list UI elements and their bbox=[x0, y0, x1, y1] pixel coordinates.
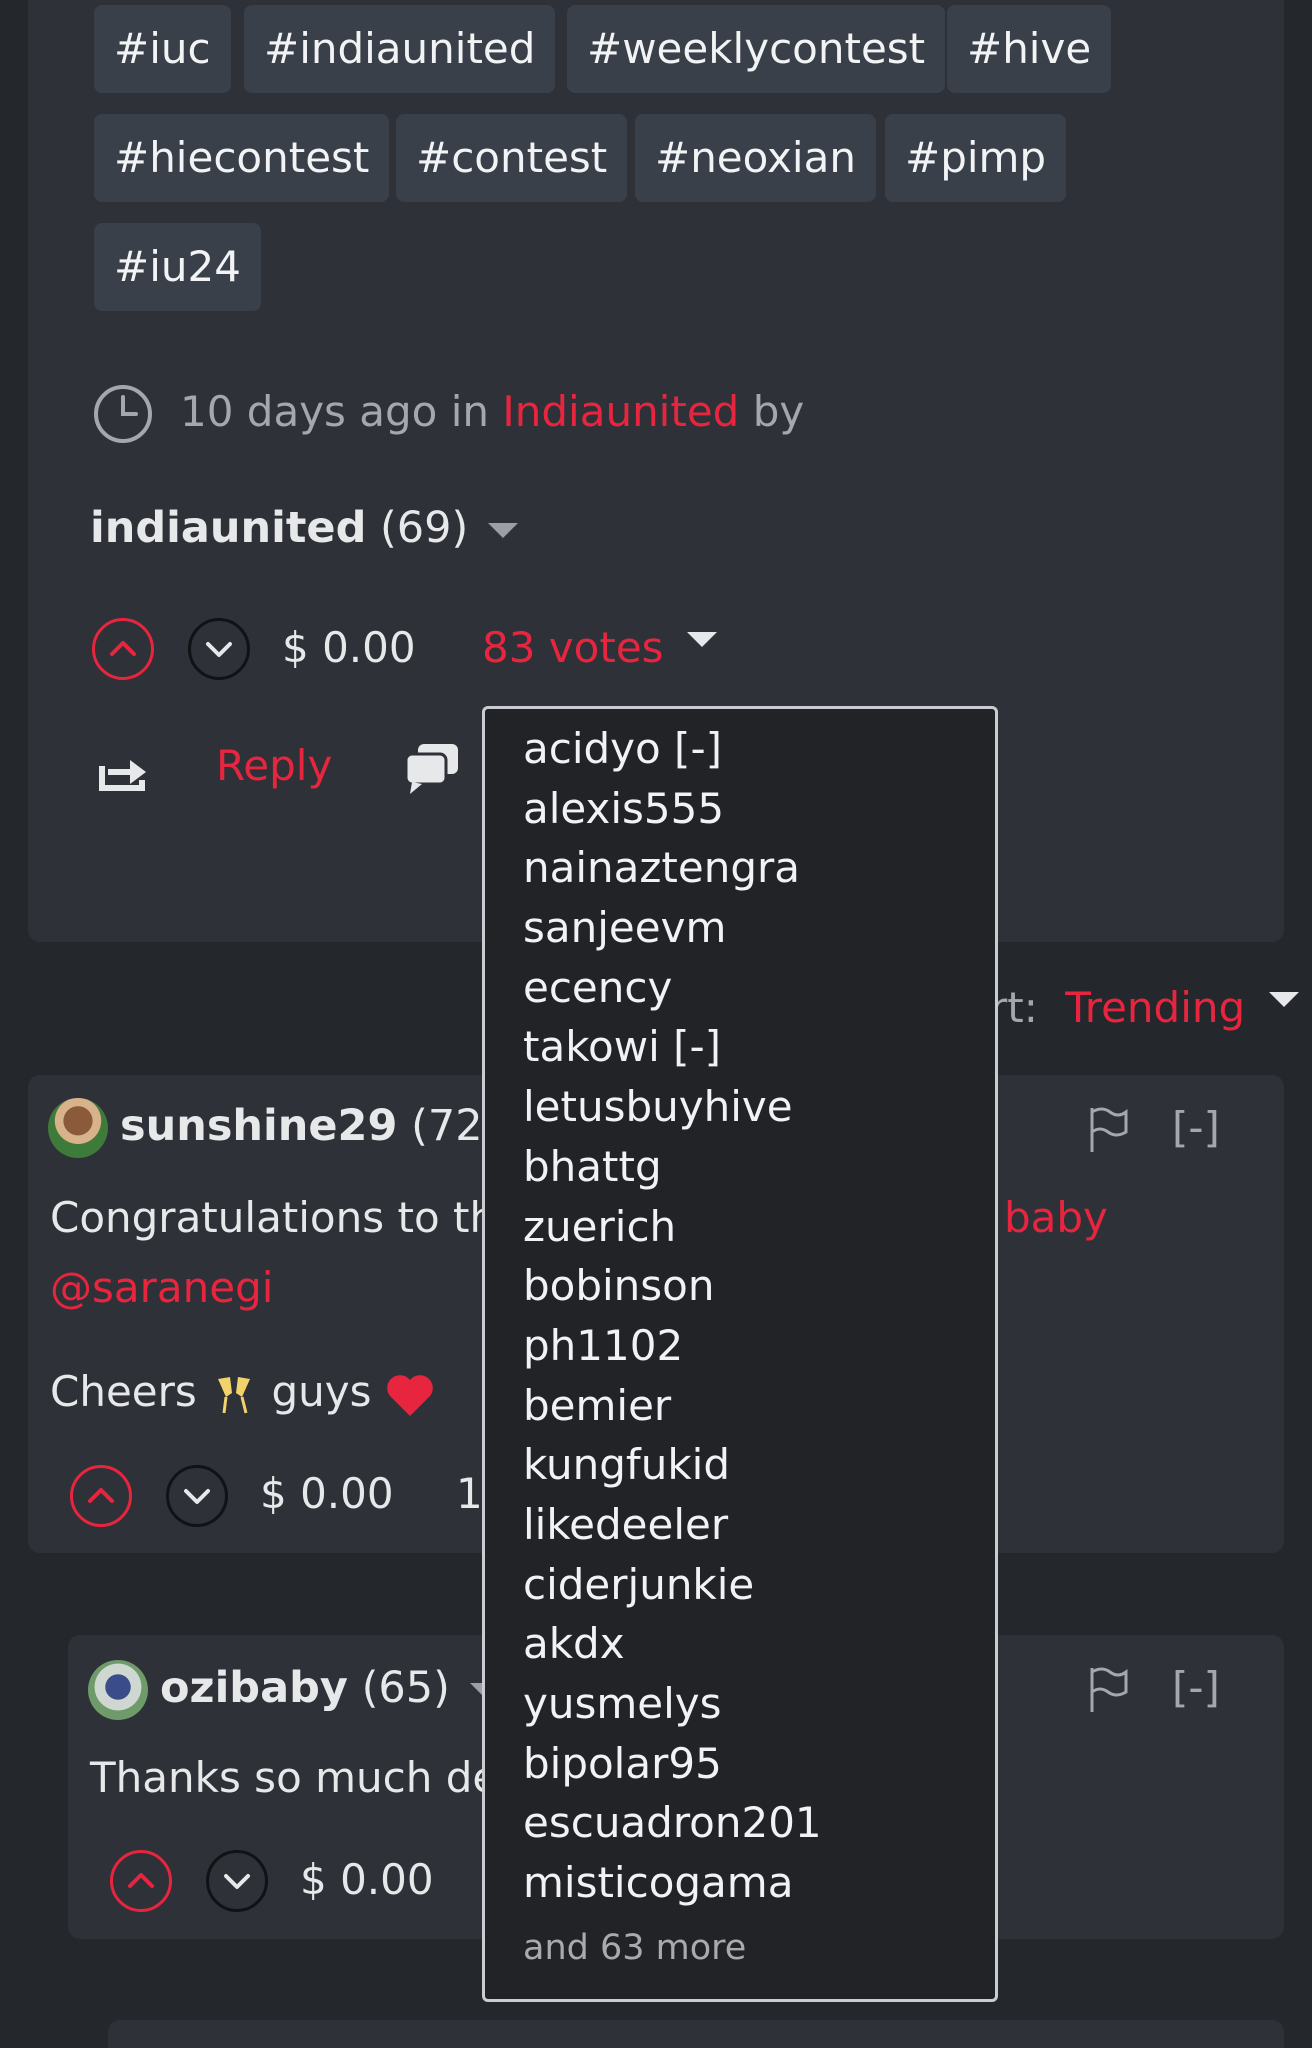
voter-item[interactable]: akdx bbox=[523, 1614, 995, 1674]
by-label: by bbox=[752, 387, 805, 436]
tag-chip[interactable]: #iu24 bbox=[94, 223, 261, 311]
upvote-button[interactable] bbox=[70, 1465, 132, 1527]
tag-chip[interactable]: #iuc bbox=[94, 5, 231, 93]
chevron-down-icon[interactable] bbox=[686, 632, 717, 647]
upvote-button[interactable] bbox=[110, 1850, 172, 1912]
next-comment-card bbox=[108, 2020, 1284, 2048]
voter-item[interactable]: likedeeler bbox=[523, 1495, 995, 1555]
mention-link[interactable]: baby bbox=[1004, 1190, 1108, 1246]
clock-icon bbox=[92, 383, 154, 445]
cheers-text: Cheers bbox=[50, 1367, 197, 1416]
voter-item[interactable]: bemier bbox=[523, 1376, 995, 1436]
reply-author-rep: (65) bbox=[361, 1663, 450, 1713]
post-meta: 10 days ago in Indiaunited by bbox=[180, 384, 804, 440]
sort-control[interactable]: rt: Trending bbox=[990, 980, 1299, 1036]
reply-payout[interactable]: $ 0.00 bbox=[300, 1852, 434, 1908]
upvote-button[interactable] bbox=[92, 618, 154, 680]
tag-chip[interactable]: #indiaunited bbox=[244, 5, 556, 93]
voter-item[interactable]: alexis555 bbox=[523, 779, 995, 839]
reply-author[interactable]: ozibaby (65) bbox=[160, 1660, 500, 1716]
comment-payout[interactable]: $ 0.00 bbox=[260, 1466, 394, 1522]
voter-item[interactable]: zuerich bbox=[523, 1197, 995, 1257]
comment-votes[interactable]: 1 bbox=[456, 1466, 483, 1522]
flag-icon[interactable] bbox=[1088, 1666, 1130, 1714]
tag-chip[interactable]: #neoxian bbox=[635, 114, 876, 202]
author-rep: (69) bbox=[380, 503, 469, 553]
tag-chip[interactable]: #pimp bbox=[885, 114, 1067, 202]
tag-chip[interactable]: #contest bbox=[396, 114, 628, 202]
reply-link[interactable]: Reply bbox=[216, 738, 332, 794]
more-voters-label: and 63 more bbox=[523, 1927, 747, 1968]
tag-chip[interactable]: #hiecontest bbox=[94, 114, 390, 202]
flag-icon[interactable] bbox=[1088, 1106, 1130, 1154]
collapse-toggle[interactable]: [-] bbox=[1172, 1660, 1220, 1716]
comment-body-line1: Congratulations to the bbox=[50, 1193, 522, 1242]
voter-item[interactable]: ecency bbox=[523, 958, 995, 1018]
tag-chip[interactable]: #hive bbox=[947, 5, 1112, 93]
voter-item[interactable]: misticogama bbox=[523, 1853, 995, 1913]
avatar[interactable] bbox=[48, 1098, 108, 1158]
voter-item[interactable]: ciderjunkie bbox=[523, 1555, 995, 1615]
sort-value[interactable]: Trending bbox=[1065, 983, 1245, 1032]
post-author[interactable]: indiaunited (69) bbox=[90, 500, 518, 556]
heart-icon bbox=[385, 1372, 435, 1418]
voter-item[interactable]: letusbuyhive bbox=[523, 1077, 995, 1137]
voter-item[interactable]: kungfukid bbox=[523, 1435, 995, 1495]
community-link[interactable]: Indiaunited bbox=[502, 387, 739, 436]
voter-item[interactable]: sanjeevm bbox=[523, 898, 995, 958]
voter-item[interactable]: bobinson bbox=[523, 1256, 995, 1316]
voter-item[interactable]: nainaztengra bbox=[523, 838, 995, 898]
votes-count[interactable]: 83 votes bbox=[482, 623, 664, 672]
comments-icon[interactable] bbox=[402, 740, 462, 796]
voter-item[interactable]: bhattg bbox=[523, 1137, 995, 1197]
tag-chip[interactable]: #weeklycontest bbox=[567, 5, 946, 93]
collapse-toggle[interactable]: [-] bbox=[1172, 1100, 1220, 1156]
reply-body: Thanks so much dea bbox=[90, 1753, 524, 1802]
guys-text: guys bbox=[271, 1367, 372, 1416]
voter-item[interactable]: yusmelys bbox=[523, 1674, 995, 1734]
time-ago: 10 days ago in bbox=[180, 387, 490, 436]
voter-item[interactable]: acidyo [-] bbox=[523, 719, 995, 779]
downvote-button[interactable] bbox=[188, 618, 250, 680]
voter-item[interactable]: bipolar95 bbox=[523, 1734, 995, 1794]
downvote-button[interactable] bbox=[206, 1850, 268, 1912]
comment-body-line2: Cheers guys bbox=[50, 1364, 435, 1420]
downvote-button[interactable] bbox=[166, 1465, 228, 1527]
voter-item[interactable]: escuadron201 bbox=[523, 1793, 995, 1853]
comment-author-name[interactable]: sunshine29 bbox=[120, 1101, 397, 1151]
post-payout[interactable]: $ 0.00 bbox=[282, 620, 416, 676]
voters-dropdown: acidyo [-] alexis555 nainaztengra sanjee… bbox=[482, 706, 998, 2002]
reblog-icon[interactable] bbox=[96, 744, 152, 794]
voter-item[interactable]: takowi [-] bbox=[523, 1017, 995, 1077]
avatar[interactable] bbox=[88, 1660, 148, 1720]
author-name[interactable]: indiaunited bbox=[90, 503, 366, 553]
votes-toggle[interactable]: 83 votes bbox=[482, 620, 717, 676]
chevron-down-icon[interactable] bbox=[487, 523, 518, 538]
mention-link[interactable]: @saranegi bbox=[50, 1260, 273, 1316]
reply-author-name[interactable]: ozibaby bbox=[160, 1663, 348, 1713]
chevron-down-icon[interactable] bbox=[1268, 992, 1299, 1007]
clinking-glasses-icon bbox=[210, 1371, 258, 1419]
voter-item[interactable]: ph1102 bbox=[523, 1316, 995, 1376]
